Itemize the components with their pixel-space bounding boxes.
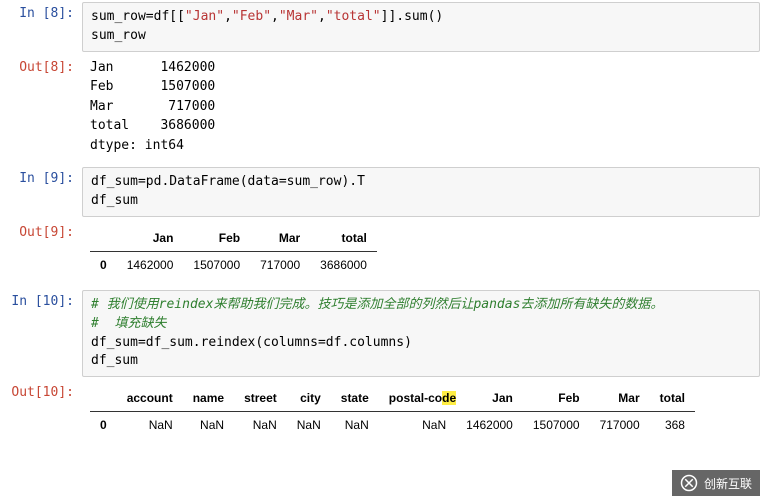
col-header: street (234, 385, 287, 412)
prompt-in-10: In [10]: (0, 288, 82, 313)
code-text: ]].sum() (381, 9, 444, 24)
cell-value: NaN (234, 412, 287, 439)
prompt-out-8: Out[8]: (0, 54, 82, 79)
cell-value: 3686000 (310, 251, 377, 278)
code-input-8[interactable]: sum_row=df[["Jan","Feb","Mar","total"]].… (82, 2, 760, 52)
string-literal: "Jan" (185, 9, 224, 24)
prompt-out-10: Out[10]: (0, 379, 82, 404)
cell-out-10: Out[10]: account name street city state … (0, 379, 760, 448)
cell-value: 717000 (250, 251, 310, 278)
col-header: state (331, 385, 379, 412)
col-header: Mar (250, 225, 310, 252)
code-text: , (224, 9, 232, 24)
table-row: 0 NaN NaN NaN NaN NaN NaN 1462000 150700… (90, 412, 695, 439)
dataframe-table: account name street city state postal-co… (90, 385, 695, 438)
cell-value: NaN (379, 412, 456, 439)
col-header: Jan (456, 385, 523, 412)
code-text: df_sum (91, 353, 138, 368)
row-index: 0 (90, 251, 117, 278)
cell-value: 717000 (590, 412, 650, 439)
col-header: Feb (523, 385, 590, 412)
output-table-9: Jan Feb Mar total 0 1462000 1507000 7170… (82, 219, 760, 288)
col-header: name (183, 385, 234, 412)
code-text: df_sum=df_sum.reindex(columns=df.columns… (91, 335, 412, 350)
table-row: 0 1462000 1507000 717000 3686000 (90, 251, 377, 278)
code-text: , (318, 9, 326, 24)
col-header: total (310, 225, 377, 252)
cell-out-8: Out[8]: Jan 1462000 Feb 1507000 Mar 7170… (0, 54, 760, 166)
cell-value: NaN (117, 412, 183, 439)
watermark-badge: 创新互联 (672, 470, 760, 496)
cell-value: 1507000 (523, 412, 590, 439)
col-header: Mar (590, 385, 650, 412)
dataframe-table: Jan Feb Mar total 0 1462000 1507000 7170… (90, 225, 377, 278)
cell-in-8: In [8]: sum_row=df[["Jan","Feb","Mar","t… (0, 0, 760, 54)
prompt-in-8: In [8]: (0, 0, 82, 25)
cell-value: 1462000 (117, 251, 184, 278)
cell-value: NaN (183, 412, 234, 439)
prompt-out-9: Out[9]: (0, 219, 82, 244)
string-literal: "Mar" (279, 9, 318, 24)
col-header: postal-code (379, 385, 456, 412)
cell-value: NaN (331, 412, 379, 439)
code-text: df_sum=pd.DataFrame(data=sum_row).T (91, 174, 365, 189)
code-text: sum_row (91, 28, 146, 43)
code-input-10[interactable]: # 我们使用reindex来帮助我们完成。技巧是添加全部的列然后让pandas去… (82, 290, 760, 377)
string-literal: "total" (326, 9, 381, 24)
cell-value: 368 (650, 412, 695, 439)
output-table-10: account name street city state postal-co… (82, 379, 760, 448)
cell-value: NaN (287, 412, 331, 439)
code-comment: # 我们使用reindex来帮助我们完成。技巧是添加全部的列然后让pandas去… (91, 297, 663, 312)
col-header: account (117, 385, 183, 412)
cell-value: 1507000 (183, 251, 250, 278)
col-header: Feb (183, 225, 250, 252)
cell-in-9: In [9]: df_sum=pd.DataFrame(data=sum_row… (0, 165, 760, 219)
code-text: , (271, 9, 279, 24)
code-comment: # 填充缺失 (91, 316, 166, 331)
col-header: Jan (117, 225, 184, 252)
cell-out-9: Out[9]: Jan Feb Mar total 0 1462000 1507… (0, 219, 760, 288)
code-text: df_sum (91, 193, 138, 208)
code-text: sum_row=df[[ (91, 9, 185, 24)
row-index: 0 (90, 412, 117, 439)
col-header: city (287, 385, 331, 412)
code-input-9[interactable]: df_sum=pd.DataFrame(data=sum_row).T df_s… (82, 167, 760, 217)
col-header: total (650, 385, 695, 412)
cell-in-10: In [10]: # 我们使用reindex来帮助我们完成。技巧是添加全部的列然… (0, 288, 760, 379)
prompt-in-9: In [9]: (0, 165, 82, 190)
watermark-text: 创新互联 (704, 475, 752, 492)
output-text-8: Jan 1462000 Feb 1507000 Mar 717000 total… (82, 54, 760, 166)
string-literal: "Feb" (232, 9, 271, 24)
logo-icon (680, 474, 698, 492)
cell-value: 1462000 (456, 412, 523, 439)
